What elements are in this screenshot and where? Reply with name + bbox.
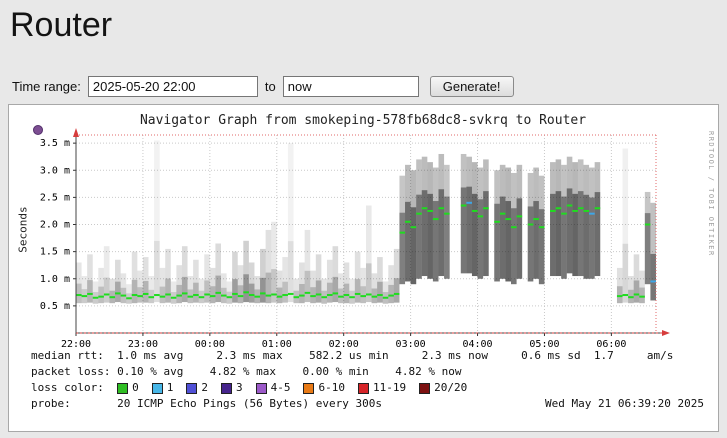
svg-text:0.5 m: 0.5 m <box>40 301 70 312</box>
time-range-label: Time range: <box>12 79 81 94</box>
loss-color-swatch-label: 2 <box>201 380 208 396</box>
loss-color-legend: loss color: 0 1 2 3 4-5 6-10 11-19 20/20 <box>31 380 704 396</box>
graph-title: Navigator Graph from smokeping-578fb68dc… <box>73 113 653 128</box>
loss-color-swatch-label: 20/20 <box>434 380 467 396</box>
svg-text:1.5 m: 1.5 m <box>40 247 70 258</box>
loss-color-swatch-label: 11-19 <box>373 380 406 396</box>
time-range-toolbar: Time range: to Generate! <box>12 76 514 97</box>
loss-color-swatch <box>186 383 197 394</box>
graph-panel: Navigator Graph from smokeping-578fb68dc… <box>8 104 719 432</box>
page-title: Router <box>10 6 112 45</box>
packet-loss-line: packet loss: 0.10 % avg 4.82 % max 0.00 … <box>31 364 704 380</box>
probe-line: probe: 20 ICMP Echo Pings (56 Bytes) eve… <box>31 396 704 412</box>
loss-color-swatch <box>117 383 128 394</box>
end-time-input[interactable] <box>283 76 419 97</box>
legend-label: loss color: <box>31 380 117 396</box>
rrdtool-watermark: RRDTOOL / TOBI OETIKER <box>707 131 715 257</box>
graph-timestamp: Wed May 21 06:39:20 2025 <box>545 396 704 412</box>
loss-color-swatch-label: 4-5 <box>271 380 291 396</box>
to-label: to <box>265 79 276 94</box>
svg-text:2.5 m: 2.5 m <box>40 192 70 203</box>
start-time-input[interactable] <box>88 76 258 97</box>
probe-text: probe: 20 ICMP Echo Pings (56 Bytes) eve… <box>31 396 382 412</box>
loss-color-swatch <box>419 383 430 394</box>
generate-button[interactable]: Generate! <box>430 76 514 97</box>
loss-color-swatch <box>152 383 163 394</box>
loss-color-swatch-label: 3 <box>236 380 243 396</box>
svg-text:3.0 m: 3.0 m <box>40 165 70 176</box>
loss-color-swatch <box>358 383 369 394</box>
median-rtt-line: median rtt: 1.0 ms avg 2.3 ms max 582.2 … <box>31 348 704 364</box>
smoke-graph: 0.5 m1.0 m1.5 m2.0 m2.5 m3.0 m3.5 m22:00… <box>15 127 705 367</box>
loss-color-swatch-label: 1 <box>167 380 174 396</box>
svg-text:1.0 m: 1.0 m <box>40 274 70 285</box>
loss-color-swatch <box>256 383 267 394</box>
loss-color-swatch-label: 0 <box>132 380 139 396</box>
legend-items: 0 1 2 3 4-5 6-10 11-19 20/20 <box>117 380 480 396</box>
loss-color-swatch <box>221 383 232 394</box>
svg-text:3.5 m: 3.5 m <box>40 138 70 149</box>
svg-text:2.0 m: 2.0 m <box>40 220 70 231</box>
smokeping-page: Router Time range: to Generate! Navigato… <box>0 0 727 438</box>
loss-color-swatch-label: 6-10 <box>318 380 345 396</box>
loss-color-swatch <box>303 383 314 394</box>
stats-block: median rtt: 1.0 ms avg 2.3 ms max 582.2 … <box>31 348 704 412</box>
